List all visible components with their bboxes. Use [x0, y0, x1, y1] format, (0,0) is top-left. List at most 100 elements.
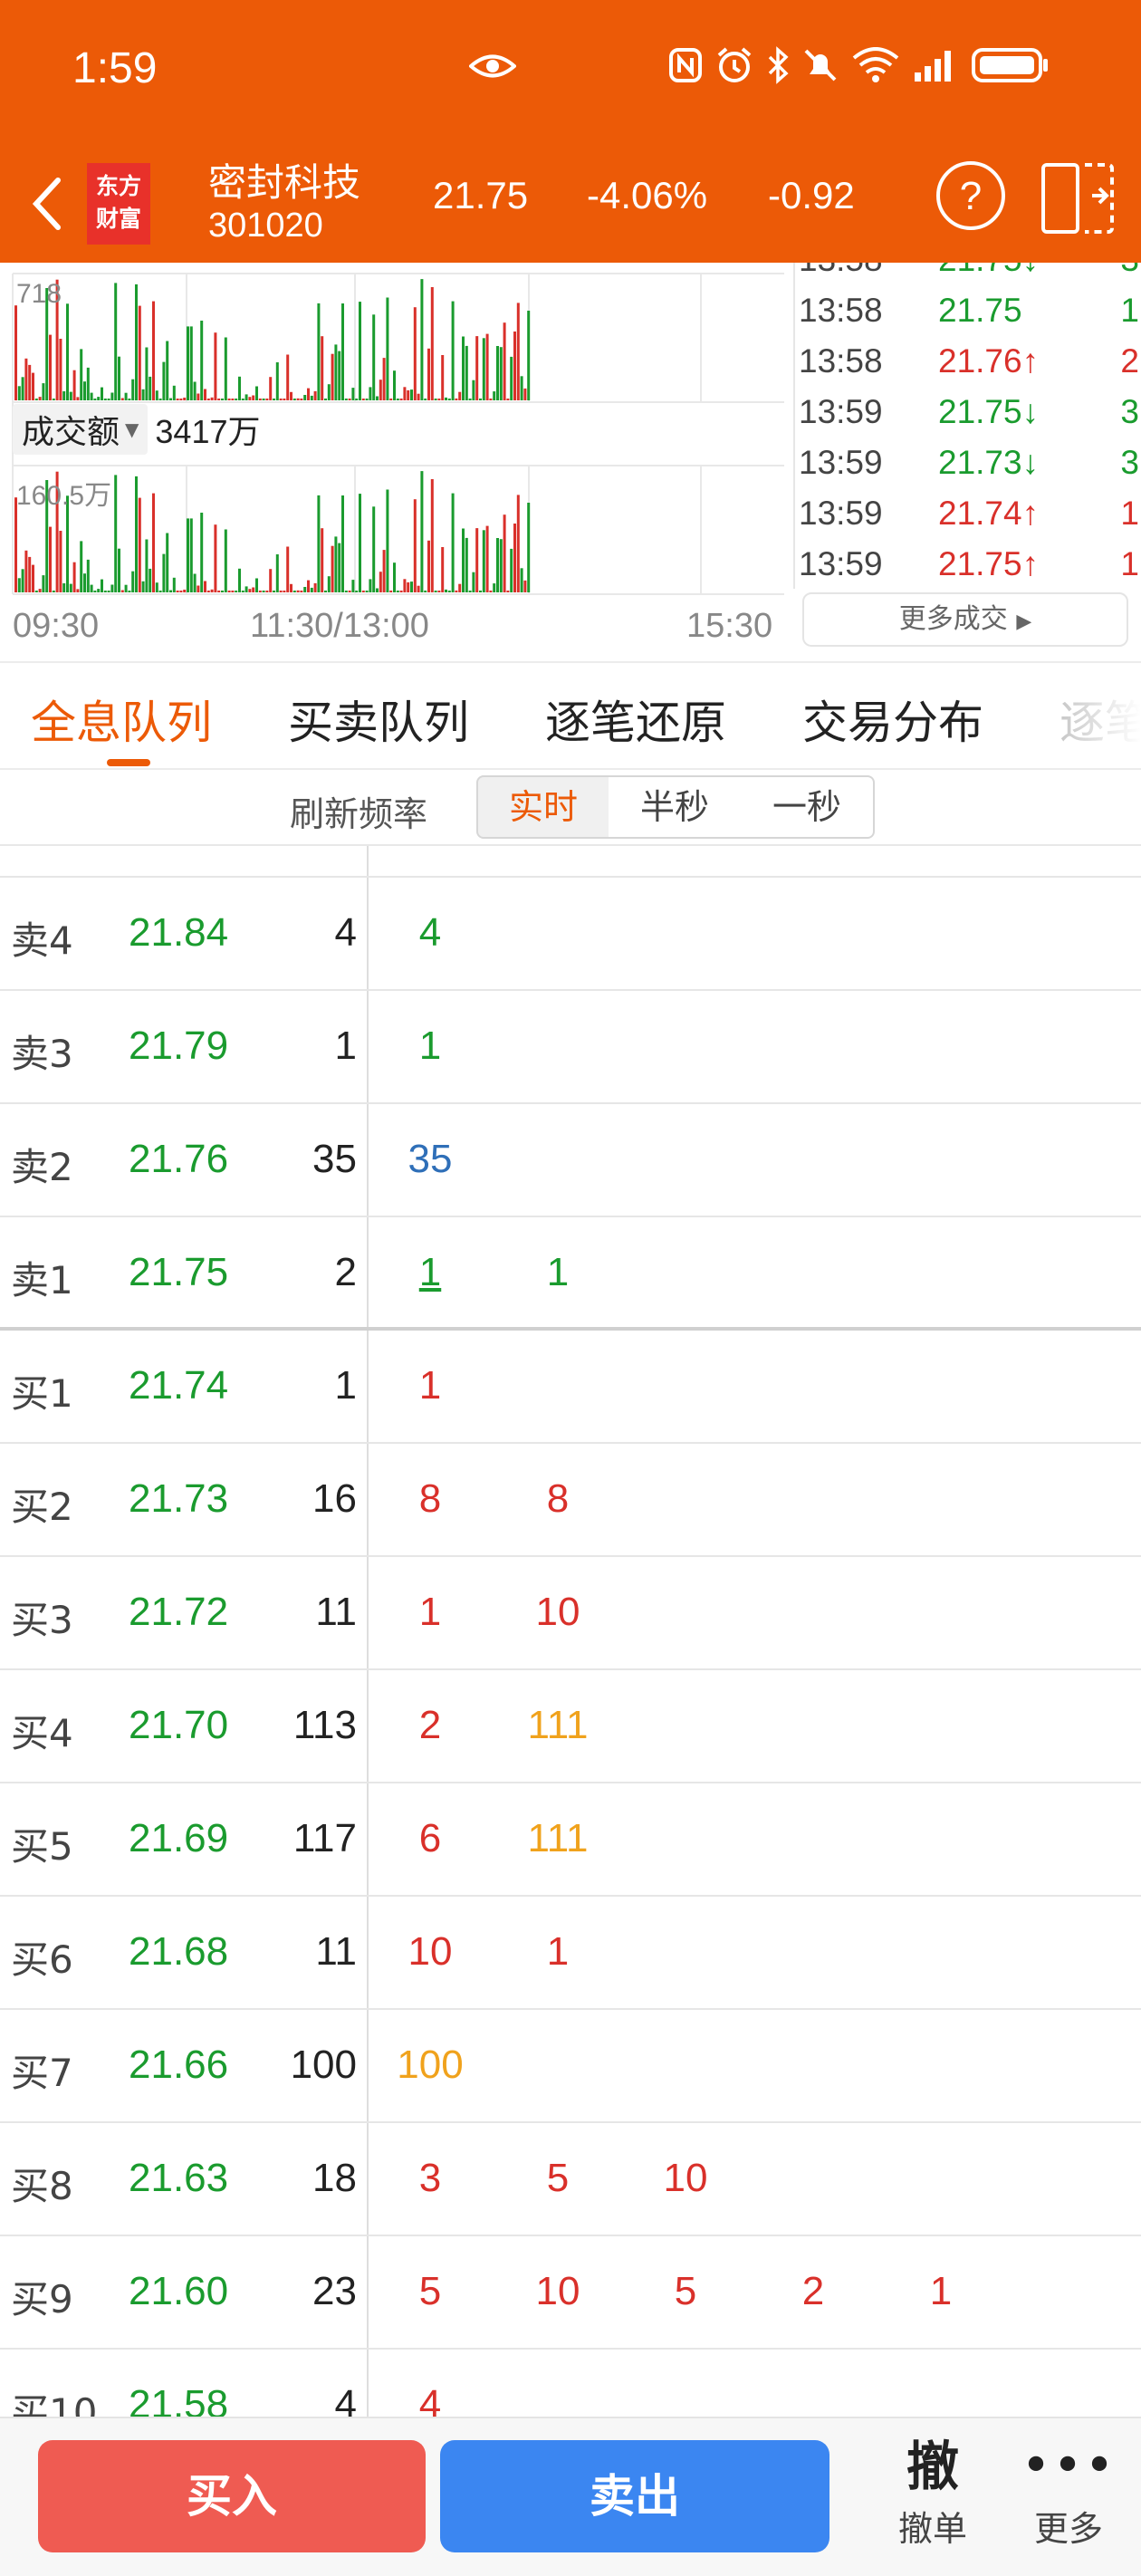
volume-bar	[114, 283, 118, 400]
more-button[interactable]: ••• 更多	[1014, 2431, 1123, 2567]
volume-bar	[158, 591, 162, 592]
volume-bar	[321, 528, 324, 592]
tab-trade-distribution[interactable]: 交易分布	[802, 687, 983, 752]
level-volume: 1	[334, 1024, 357, 1068]
order-book[interactable]: 卖521.7511卖421.8444卖321.7911卖221.763535卖1…	[0, 844, 1141, 2417]
queue-order[interactable]: 1	[376, 1363, 484, 1408]
more-trades-button[interactable]: 更多成交 ▶	[802, 592, 1128, 647]
help-button[interactable]: ?	[936, 161, 1005, 230]
queue-order[interactable]: 8	[503, 1476, 612, 1522]
order-book-row[interactable]: 买4 21.70 113 2 111	[0, 1670, 1141, 1783]
volume-bar	[420, 279, 424, 400]
amount-selector[interactable]: 成交额 ▼ 3417万	[13, 404, 261, 455]
volume-bar	[462, 336, 465, 400]
queue-order[interactable]: 8	[376, 1476, 484, 1522]
volume-bar	[235, 591, 238, 592]
volume-bar	[475, 528, 479, 592]
queue-order[interactable]: 4	[376, 910, 484, 956]
volume-bar	[197, 585, 200, 592]
order-book-row[interactable]: 卖521.7511	[0, 846, 1141, 878]
order-book-row[interactable]: 买3 21.72 11 1 10	[0, 1557, 1141, 1670]
queue-order[interactable]: 4	[376, 2382, 484, 2417]
volume-bar	[313, 582, 317, 592]
queue-order[interactable]: 5	[503, 2156, 612, 2201]
volume-bar	[482, 530, 485, 592]
sell-button[interactable]: 卖出	[440, 2440, 829, 2552]
order-book-row[interactable]: 卖4 21.84 4 4	[0, 878, 1141, 991]
refresh-option-one-second[interactable]: 一秒	[741, 775, 875, 839]
volume-bar	[69, 583, 72, 592]
level-price: 21.76	[129, 1137, 229, 1181]
volume-bar	[344, 591, 348, 592]
order-book-row[interactable]: 买1 21.74 1 1	[0, 1331, 1141, 1444]
volume-bar	[283, 591, 286, 592]
queue-order[interactable]: 111	[503, 1703, 612, 1748]
queue-order[interactable]: 10	[631, 2156, 740, 2201]
volume-bar	[399, 591, 403, 592]
queue-order[interactable]: 10	[503, 1590, 612, 1635]
more-trades-label: 更多成交	[898, 603, 1008, 635]
order-book-row[interactable]: 买7 21.66 100 100	[0, 2010, 1141, 2123]
queue-order[interactable]: 1	[503, 1250, 612, 1295]
tab-full-queue[interactable]: 全息队列	[31, 687, 212, 752]
volume-bar	[503, 514, 506, 592]
volume-bar	[52, 399, 55, 400]
queue-order[interactable]: 5	[376, 2269, 484, 2314]
order-book-row[interactable]: 买10 21.58 4 4	[0, 2350, 1141, 2417]
volume-bar	[83, 381, 86, 400]
order-book-row[interactable]: 买6 21.68 11 10 1	[0, 1897, 1141, 2010]
volume-bar	[386, 297, 389, 400]
order-book-row[interactable]: 卖2 21.76 35 35	[0, 1104, 1141, 1217]
volume-bar	[86, 559, 90, 592]
order-book-row[interactable]: 买5 21.69 117 6 111	[0, 1783, 1141, 1897]
level-price: 21.69	[129, 1816, 229, 1860]
volume-bar	[49, 334, 52, 400]
cancel-order-button[interactable]: 撤 撤单	[878, 2431, 987, 2567]
trade-time: 13:59	[799, 393, 883, 430]
order-book-row[interactable]: 买2 21.73 16 8 8	[0, 1444, 1141, 1557]
volume-bar	[396, 399, 399, 400]
volume-bar	[34, 399, 38, 400]
refresh-option-half-second[interactable]: 半秒	[609, 775, 743, 839]
queue-order[interactable]: 10	[503, 2269, 612, 2314]
queue-order[interactable]: 35	[376, 1137, 484, 1182]
back-button[interactable]	[20, 163, 74, 245]
volume-bar	[403, 579, 407, 592]
volume-bar	[197, 393, 200, 400]
tab-tick-restore[interactable]: 逐笔还原	[545, 687, 726, 752]
order-book-row[interactable]: 买9 21.60 23 5 10 5 2 1	[0, 2236, 1141, 2350]
trade-ticker[interactable]: 13:58 21.75↓ 3 13:58 21.75 1 13:58 21.76↑ 2 13:59…	[793, 263, 1141, 589]
volume-bar	[269, 569, 273, 592]
queue-order[interactable]: 111	[503, 1816, 612, 1861]
trade-volume: 3	[1120, 444, 1139, 481]
queue-order[interactable]: 1	[376, 1024, 484, 1069]
volume-bar	[49, 526, 52, 592]
volume-bar	[258, 591, 262, 592]
split-screen-icon[interactable]	[1040, 158, 1116, 237]
queue-order[interactable]: 1	[503, 1929, 612, 1975]
order-book-row[interactable]: 买8 21.63 18 3 5 10	[0, 2123, 1141, 2236]
queue-order[interactable]: 1	[376, 1590, 484, 1635]
tab-fade	[1041, 663, 1141, 768]
queue-order[interactable]: 1	[376, 1250, 484, 1295]
queue-order[interactable]: 2	[376, 1703, 484, 1748]
volume-bar	[499, 347, 503, 400]
order-book-row[interactable]: 卖1 21.75 2 1 1	[0, 1217, 1141, 1331]
volume-bar	[372, 506, 376, 592]
level-label: 买9	[11, 2277, 73, 2321]
stock-header: 东方 财富 密封科技 301020 21.75 -4.06% -0.92 ?	[0, 145, 1141, 263]
buy-button[interactable]: 买入	[38, 2440, 426, 2552]
queue-order[interactable]: 2	[759, 2269, 868, 2314]
queue-order[interactable]: 10	[376, 1929, 484, 1975]
queue-order[interactable]: 100	[376, 2043, 484, 2088]
queue-order[interactable]: 1	[887, 2269, 995, 2314]
refresh-option-realtime[interactable]: 实时	[476, 775, 610, 839]
queue-order[interactable]: 5	[631, 2269, 740, 2314]
queue-order[interactable]: 6	[376, 1816, 484, 1861]
level-price: 21.74	[129, 1363, 229, 1408]
tab-bid-ask-queue[interactable]: 买卖队列	[288, 687, 469, 752]
volume-bar	[296, 590, 300, 592]
volume-bar	[485, 525, 489, 592]
queue-order[interactable]: 3	[376, 2156, 484, 2201]
order-book-row[interactable]: 卖3 21.79 1 1	[0, 991, 1141, 1104]
